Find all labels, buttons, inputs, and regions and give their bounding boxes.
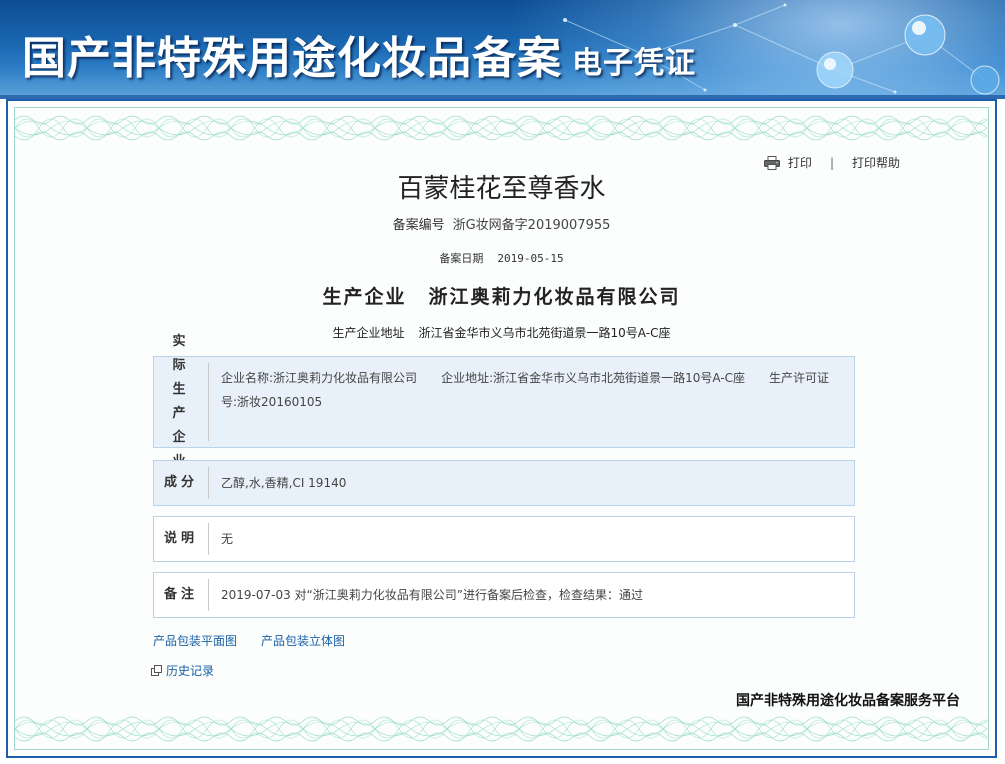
ingredients-value: 乙醇,水,香精,CI 19140 (221, 476, 347, 490)
info-row-notes: 说明 无 (153, 516, 855, 562)
external-window-icon (151, 665, 162, 676)
notes-value: 无 (221, 532, 234, 546)
solid-package-link[interactable]: 产品包装立体图 (261, 632, 345, 649)
actual-producer-label: 实际生产企业 (154, 334, 208, 469)
manufacturer-address-label: 生产企业地址 (332, 326, 405, 340)
product-name: 百蒙桂花至尊香水 (397, 174, 606, 204)
info-row-remark: 备注 2019-07-03 对“浙江奥莉力化妆品有限公司”进行备案后检查，检查结… (153, 572, 855, 618)
manufacturer-address: 生产企业地址 浙江省金华市义乌市北苑街道景一路10号A-C座 (15, 324, 988, 341)
info-row-ingredients: 成分 乙醇,水,香精,CI 19140 (153, 460, 855, 506)
guilloche-border-bottom (15, 716, 988, 742)
registration-number-value: 浙G妆网备字2019007955 (452, 218, 611, 233)
history-link[interactable]: 历史记录 (151, 662, 214, 679)
remark-value: 2019-07-03 对“浙江奥莉力化妆品有限公司”进行备案后检查，检查结果：通… (221, 588, 643, 602)
history-link-label: 历史记录 (166, 664, 215, 678)
actual-producer-content: 企业名称:浙江奥莉力化妆品有限公司 企业地址:浙江省金华市义乌市北苑街道景一路10… (209, 357, 854, 447)
manufacturer-label: 生产企业 (322, 286, 407, 308)
flat-package-link[interactable]: 产品包装平面图 (153, 632, 237, 649)
manufacturer-value: 浙江奥莉力化妆品有限公司 (428, 286, 681, 308)
platform-name: 国产非特殊用途化妆品备案服务平台 (736, 693, 960, 709)
actual-company-value: 浙江奥莉力化妆品有限公司 (273, 371, 418, 385)
certificate-frame: 打印 | 打印帮助 百蒙桂花至尊香水 备案编号 浙G妆网备字2019007955 … (6, 99, 997, 758)
registration-number: 备案编号 浙G妆网备字2019007955 (15, 214, 988, 233)
registration-date: 备案日期 2019-05-15 (15, 250, 988, 266)
guilloche-border-top (15, 115, 988, 141)
actual-license-value: 浙妆20160105 (237, 395, 323, 409)
actual-address-label: 企业地址: (441, 371, 494, 385)
actual-producer-label-text: 实际生产企业 (172, 334, 190, 469)
remark-label: 备注 (163, 587, 198, 602)
manufacturer: 生产企业 浙江奥莉力化妆品有限公司 (15, 282, 988, 309)
notes-label: 说明 (163, 531, 198, 546)
header-banner: 国产非特殊用途化妆品备案 电子凭证 (0, 0, 1005, 95)
registration-date-label: 备案日期 (439, 252, 484, 265)
banner-title: 国产非特殊用途化妆品备案 电子凭证 (22, 22, 696, 86)
info-row-actual-producer: 实际生产企业 企业名称:浙江奥莉力化妆品有限公司 企业地址:浙江省金华市义乌市北苑… (153, 334, 855, 469)
actual-address-value: 浙江省金华市义乌市北苑街道景一路10号A-C座 (493, 371, 746, 385)
registration-date-value: 2019-05-15 (497, 252, 564, 265)
certificate-inner: 打印 | 打印帮助 百蒙桂花至尊香水 备案编号 浙G妆网备字2019007955 … (14, 107, 989, 750)
banner-title-sub: 电子凭证 (572, 46, 696, 81)
package-image-links: 产品包装平面图 产品包装立体图 (153, 632, 345, 649)
ingredients-label: 成分 (163, 475, 198, 490)
actual-company-label: 企业名称: (221, 371, 274, 385)
registration-number-label: 备案编号 (392, 218, 445, 233)
actual-producer-details: 企业名称:浙江奥莉力化妆品有限公司 企业地址:浙江省金华市义乌市北苑街道景一路10… (221, 366, 842, 414)
banner-title-main: 国产非特殊用途化妆品备案 (22, 33, 562, 84)
manufacturer-address-value: 浙江省金华市义乌市北苑街道景一路10号A-C座 (418, 326, 671, 340)
